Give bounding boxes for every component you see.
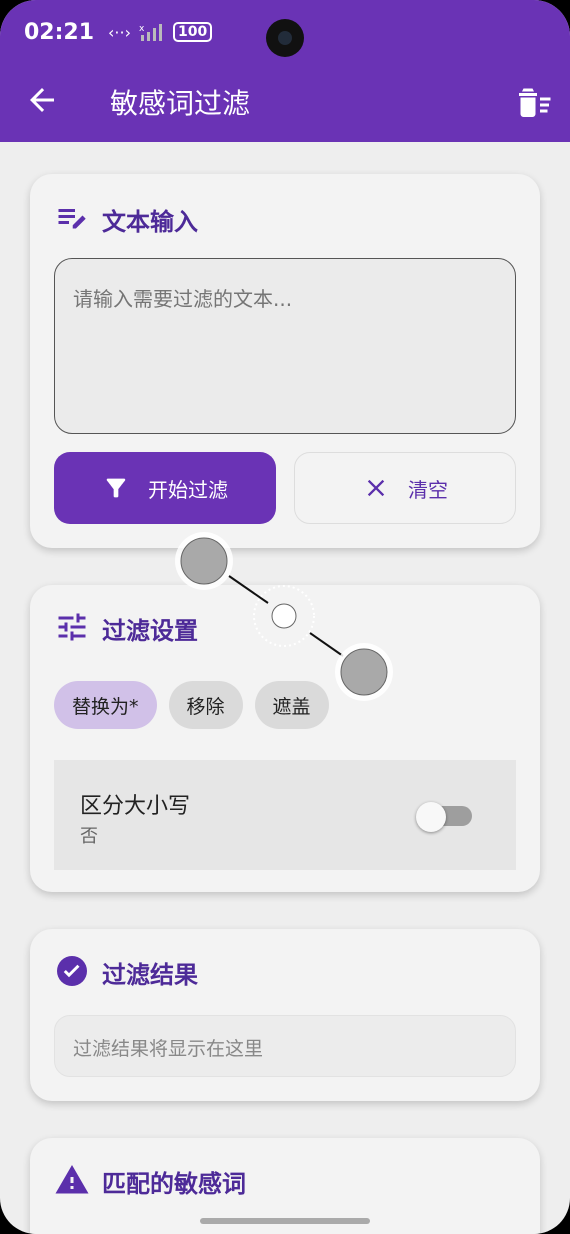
screen: 02:21 ‹··› x 100 敏感词过滤 文本输入 请输入需要过滤的文本..…: [0, 0, 570, 1234]
gesture-overlay: [175, 532, 393, 701]
home-indicator[interactable]: [200, 1218, 370, 1224]
